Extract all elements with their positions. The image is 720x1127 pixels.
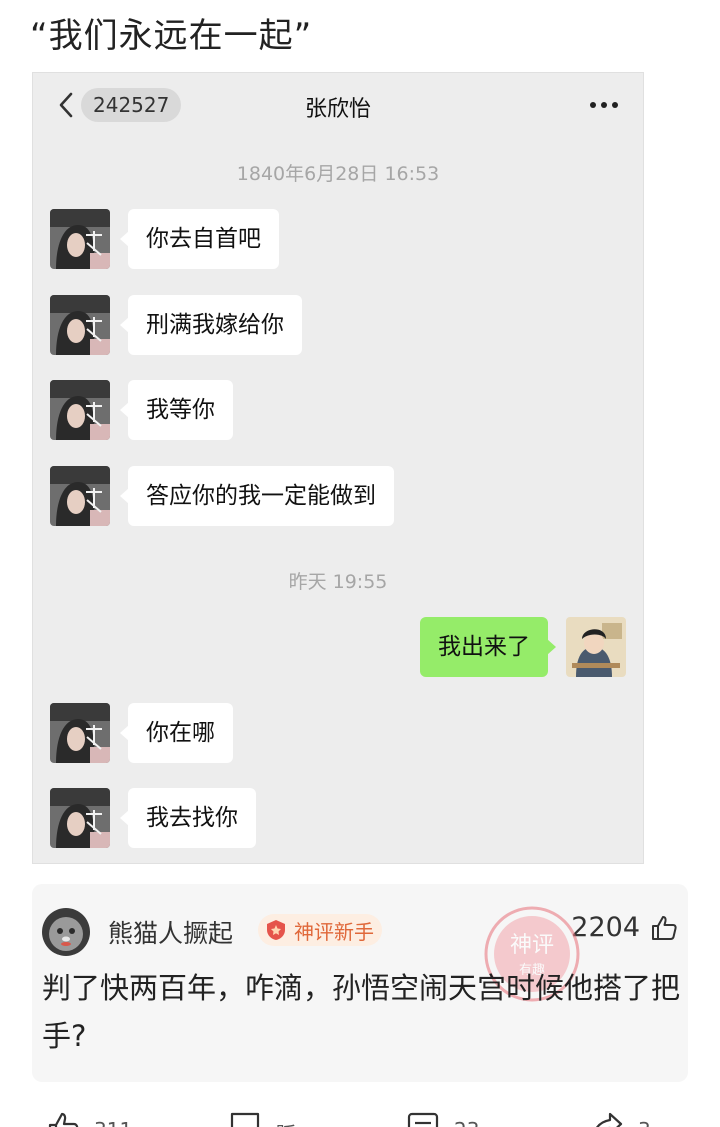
action-bar: 311 踩 23 3	[0, 1100, 720, 1127]
message-bubble[interactable]: 你在哪	[120, 703, 233, 763]
contact-avatar[interactable]	[50, 703, 110, 763]
svg-text:神评: 神评	[510, 933, 554, 958]
message-bubble[interactable]: 我去找你	[120, 788, 256, 848]
message-bubble[interactable]: 你去自首吧	[120, 209, 279, 269]
message-row-incoming: 答应你的我一定能做到	[33, 466, 643, 530]
comment-text: 判了快两百年，咋滴，孙悟空闹天宫时候他搭了把手?	[42, 971, 681, 1053]
contact-avatar[interactable]	[50, 466, 110, 526]
dislike-icon	[230, 1112, 260, 1127]
contact-name: 张欣怡	[304, 97, 371, 122]
chat-screenshot: 242527 张欣怡 1840年6月28日 16:53 你去自首吧 刑满我嫁给你…	[32, 72, 644, 864]
commenter-badge: 神评新手	[258, 914, 382, 946]
message-row-incoming: 我等你	[33, 380, 643, 444]
message-bubble[interactable]: 答应你的我一定能做到	[120, 466, 394, 526]
badge-shield-icon	[267, 920, 285, 940]
badge-label: 神评新手	[294, 919, 374, 944]
commenter-avatar[interactable]	[42, 908, 90, 956]
message-row-incoming: 我去找你	[33, 788, 643, 852]
dislike-label: 踩	[276, 1118, 296, 1127]
share-action[interactable]: 3	[590, 1110, 651, 1127]
contact-avatar[interactable]	[50, 209, 110, 269]
message-row-incoming: 你在哪	[33, 703, 643, 767]
post-title: “我们永远在一起”	[30, 16, 313, 56]
comment-count: 23	[454, 1118, 479, 1127]
message-row-incoming: 刑满我嫁给你	[33, 295, 643, 359]
commenter-username[interactable]: 熊猫人撅起	[108, 914, 233, 950]
my-avatar[interactable]	[566, 617, 626, 677]
message-row-incoming: 你去自首吧	[33, 209, 643, 273]
chat-timestamp: 1840年6月28日 16:53	[236, 163, 440, 185]
more-options-icon[interactable]	[587, 95, 621, 115]
share-count: 3	[638, 1118, 651, 1127]
like-action[interactable]: 311	[46, 1110, 132, 1127]
comment-action[interactable]: 23	[406, 1110, 479, 1127]
like-count: 311	[94, 1118, 132, 1127]
contact-avatar[interactable]	[50, 295, 110, 355]
comment-card: 熊猫人撅起 神评新手 神评 有趣 2204 判了快两百年，咋滴，孙悟空闹天宫时候…	[32, 884, 688, 1082]
comment-icon	[407, 1112, 439, 1127]
contact-avatar[interactable]	[50, 380, 110, 440]
chat-header: 242527 张欣怡	[33, 73, 643, 137]
message-bubble[interactable]: 刑满我嫁给你	[120, 295, 302, 355]
share-icon	[596, 1112, 623, 1127]
message-row-outgoing: 我出来了	[33, 617, 643, 681]
dislike-action[interactable]: 踩	[228, 1110, 296, 1127]
message-bubble[interactable]: 我出来了	[420, 617, 556, 677]
contact-avatar[interactable]	[50, 788, 110, 848]
chat-timestamp: 昨天 19:55	[288, 571, 388, 593]
message-bubble[interactable]: 我等你	[120, 380, 233, 440]
thumbs-up-icon[interactable]	[650, 914, 678, 942]
thumbs-up-icon	[48, 1112, 79, 1127]
